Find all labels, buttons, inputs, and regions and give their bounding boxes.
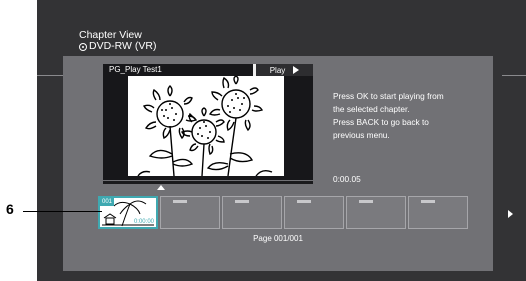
play-status: Play	[256, 64, 313, 76]
divider-left	[37, 75, 63, 76]
thumbnail-marker	[359, 200, 373, 203]
chapter-thumbnail[interactable]	[408, 196, 468, 229]
thumbnail-marker	[173, 200, 187, 203]
tv-screen: Chapter View DVD-RW (VR) PG_Play Test1 P…	[37, 0, 526, 281]
chapter-number: 001	[100, 198, 115, 206]
playback-progress-bar	[103, 181, 313, 184]
sunflower-illustration	[137, 76, 273, 176]
preview-image	[128, 76, 284, 176]
thumbnail-marker	[297, 200, 311, 203]
header-divider	[253, 64, 256, 76]
chapter-thumbnail[interactable]	[222, 196, 282, 229]
instruction-line: Press BACK to go back to	[333, 117, 429, 127]
play-status-label: Play	[269, 65, 286, 75]
play-icon	[293, 66, 300, 74]
preview-header: PG_Play Test1 Play	[103, 64, 313, 76]
instruction-line: the selected chapter.	[333, 104, 410, 114]
disc-type: DVD-RW (VR)	[79, 41, 156, 52]
chapter-name: PG_Play Test1	[109, 65, 162, 74]
callout-number: 6	[6, 201, 14, 217]
instruction-text: Press OK to start playing from the selec…	[333, 90, 483, 142]
chapter-view-panel: PG_Play Test1 Play Press OK to start pla…	[63, 56, 513, 271]
next-page-arrow-icon[interactable]	[508, 210, 513, 218]
chapter-thumbnail[interactable]	[284, 196, 344, 229]
thumbnail-marker	[421, 200, 435, 203]
instruction-line: Press OK to start playing from	[333, 91, 444, 101]
callout-line	[23, 211, 102, 212]
chapter-thumbnail-list: 001 0:00:00	[98, 196, 468, 231]
chapter-thumbnail[interactable]	[160, 196, 220, 229]
chapter-time: 0:00:00	[133, 219, 154, 225]
instruction-line: previous menu.	[333, 130, 390, 140]
chapter-thumbnail[interactable]	[346, 196, 406, 229]
playback-time: 0:00.05	[333, 174, 361, 184]
thumbnail-marker	[235, 200, 249, 203]
page-indicator: Page 001/001	[253, 234, 303, 243]
up-arrow-icon	[157, 185, 165, 190]
divider-right	[502, 75, 526, 76]
chapter-thumbnail-selected[interactable]: 001 0:00:00	[98, 196, 158, 229]
disc-type-label: DVD-RW (VR)	[89, 40, 157, 52]
disc-icon	[79, 42, 87, 51]
chapter-preview: PG_Play Test1 Play	[103, 64, 313, 180]
